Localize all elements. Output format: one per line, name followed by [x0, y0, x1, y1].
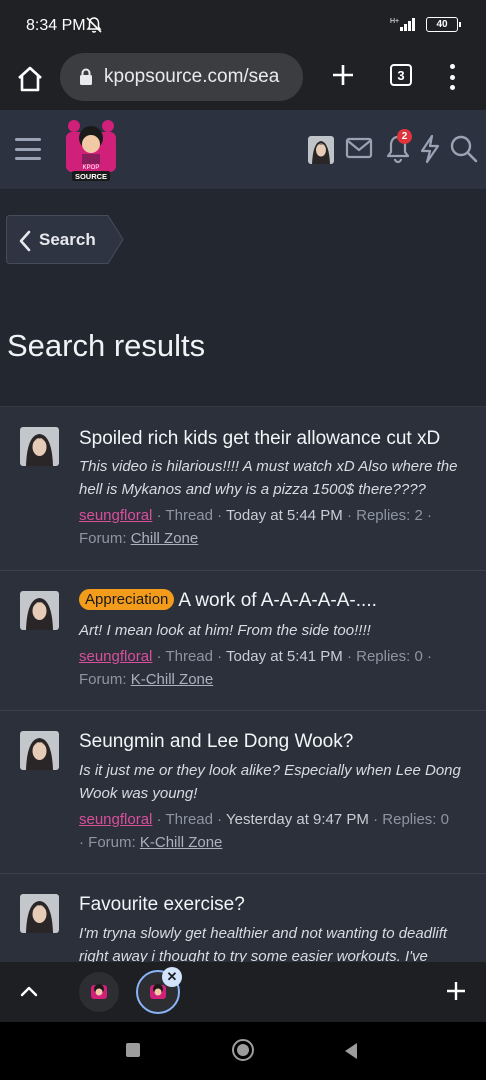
result-replies: Replies: 0: [382, 811, 449, 828]
avatar[interactable]: [20, 427, 59, 466]
author-link[interactable]: seungfloral: [79, 648, 152, 665]
status-right: H+ 40: [390, 16, 461, 32]
mail-icon[interactable]: [345, 134, 373, 162]
result-replies: Replies: 0: [356, 648, 423, 665]
user-avatar[interactable]: [308, 136, 334, 164]
result-snippet: Is it just me or they look alike? Especi…: [79, 762, 461, 802]
result-item[interactable]: Appreciation A work of A-A-A-A-A-.... Art…: [0, 571, 486, 711]
site-logo[interactable]: KPOP SOURCE: [60, 114, 122, 184]
tab-strip: ✕: [0, 962, 486, 1022]
browser-toolbar: kpopsource.com/sea 3: [0, 50, 486, 110]
forum-label: Forum:: [79, 530, 127, 547]
status-bar: 8:34 PM H+ 40: [0, 0, 486, 50]
recents-button[interactable]: [126, 1043, 140, 1057]
result-type: Thread: [165, 507, 213, 524]
avatar[interactable]: [20, 591, 59, 630]
forum-label: Forum:: [88, 834, 136, 851]
main-content: Search Search results Spoiled rich kids …: [0, 190, 486, 962]
result-type: Thread: [165, 811, 213, 828]
lock-icon: [80, 68, 92, 85]
chevron-left-icon: [19, 230, 31, 252]
result-item[interactable]: Seungmin and Lee Dong Wook? Is it just m…: [0, 711, 486, 874]
bell-muted-icon: [86, 17, 102, 33]
result-type: Thread: [165, 648, 213, 665]
forum-label: Forum:: [79, 671, 127, 688]
chevron-up-icon[interactable]: [20, 984, 38, 998]
result-meta: seungfloral · Thread · Yesterday at 9:47…: [79, 811, 449, 851]
avatar[interactable]: [20, 894, 59, 933]
results-list: Spoiled rich kids get their allowance cu…: [0, 406, 486, 962]
result-title[interactable]: A work of A-A-A-A-A-....: [178, 590, 377, 611]
result-date: Today at 5:44 PM: [226, 507, 343, 524]
new-tab-plus-icon[interactable]: [330, 62, 356, 88]
close-icon[interactable]: ✕: [162, 967, 182, 987]
result-title-row[interactable]: Appreciation A work of A-A-A-A-A-....: [79, 589, 377, 612]
site-header: KPOP SOURCE 2: [0, 110, 486, 190]
result-date: Today at 5:41 PM: [226, 648, 343, 665]
status-time: 8:34 PM: [26, 17, 86, 34]
svg-text:H+: H+: [390, 18, 399, 25]
system-nav-bar: [0, 1022, 486, 1080]
forum-link[interactable]: K-Chill Zone: [131, 671, 214, 688]
prefix-badge: Appreciation: [79, 589, 175, 610]
plus-icon[interactable]: [445, 980, 467, 1002]
home-icon[interactable]: [15, 64, 45, 94]
result-meta: seungfloral · Thread · Today at 5:44 PM …: [79, 507, 432, 547]
notification-badge: 2: [397, 129, 412, 144]
back-icon[interactable]: [343, 1042, 359, 1060]
forum-link[interactable]: Chill Zone: [131, 530, 199, 547]
forum-link[interactable]: K-Chill Zone: [140, 834, 223, 851]
author-link[interactable]: seungfloral: [79, 507, 152, 524]
url-text[interactable]: kpopsource.com/sea: [104, 66, 294, 88]
result-item[interactable]: Spoiled rich kids get their allowance cu…: [0, 407, 486, 571]
result-snippet: I'm tryna slowly get healthier and not w…: [79, 925, 448, 962]
more-icon[interactable]: [448, 64, 456, 90]
tab-thumbnail[interactable]: [79, 972, 119, 1012]
menu-icon[interactable]: [15, 138, 41, 160]
signal-icon: H+: [390, 18, 415, 31]
result-replies: Replies: 2: [356, 507, 423, 524]
result-snippet: This video is hilarious!!!! A must watch…: [79, 458, 458, 498]
battery-level: 40: [436, 18, 448, 30]
tab-count: 3: [397, 67, 405, 83]
result-date: Yesterday at 9:47 PM: [226, 811, 369, 828]
page-title: Search results: [7, 328, 206, 363]
result-item[interactable]: Favourite exercise? I'm tryna slowly get…: [0, 874, 486, 962]
tabs-icon[interactable]: 3: [390, 64, 412, 86]
result-title[interactable]: Spoiled rich kids get their allowance cu…: [79, 428, 440, 450]
result-title[interactable]: Seungmin and Lee Dong Wook?: [79, 731, 353, 753]
result-meta: seungfloral · Thread · Today at 5:41 PM …: [79, 648, 432, 688]
avatar[interactable]: [20, 731, 59, 770]
result-title[interactable]: Favourite exercise?: [79, 894, 245, 916]
bolt-icon[interactable]: [418, 134, 442, 164]
battery-icon: 40: [426, 16, 461, 32]
search-icon[interactable]: [449, 134, 479, 164]
home-button[interactable]: [232, 1039, 254, 1061]
url-bar[interactable]: kpopsource.com/sea: [60, 53, 303, 101]
logo-text-top: KPOP: [83, 165, 100, 171]
breadcrumb[interactable]: Search: [6, 215, 124, 264]
breadcrumb-label: Search: [39, 230, 96, 249]
logo-text-bottom: SOURCE: [75, 172, 107, 181]
result-snippet: Art! I mean look at him! From the side t…: [79, 622, 371, 639]
author-link[interactable]: seungfloral: [79, 811, 152, 828]
